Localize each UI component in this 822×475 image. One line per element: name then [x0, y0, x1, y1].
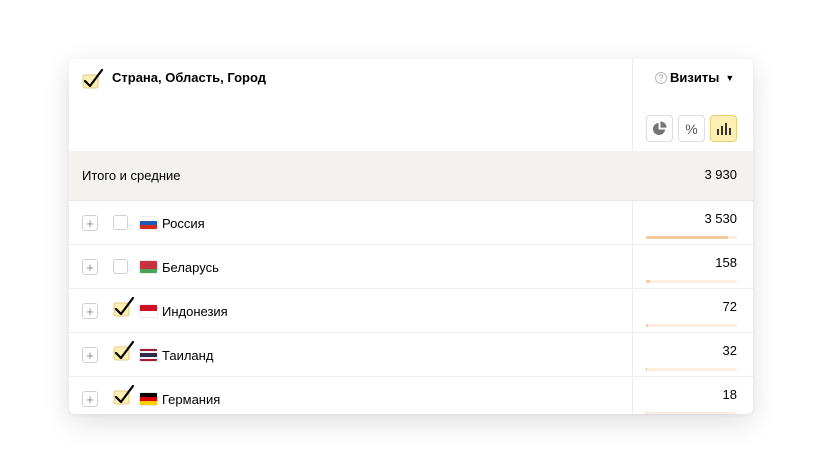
metric-label[interactable]: Визиты	[670, 70, 719, 85]
totals-label: Итого и средние	[82, 168, 181, 183]
select-all-checkbox[interactable]	[82, 68, 104, 94]
table-row[interactable]: + Беларусь 158	[69, 245, 753, 289]
table-row[interactable]: + Таиланд 32	[69, 333, 753, 377]
help-icon[interactable]: ?	[655, 71, 667, 84]
pie-chart-view-button[interactable]	[646, 115, 673, 142]
expand-icon[interactable]: +	[82, 215, 98, 231]
flag-icon	[140, 261, 157, 273]
row-label[interactable]: Таиланд	[162, 348, 213, 363]
row-checkbox-checked[interactable]	[113, 384, 135, 410]
row-checkbox-checked[interactable]	[113, 296, 135, 322]
share-bar-fill	[646, 368, 648, 371]
share-bar-fill	[646, 324, 648, 327]
row-value: 32	[722, 343, 737, 358]
metric-header[interactable]: ? Визиты ▼	[655, 70, 734, 85]
row-value: 18	[722, 387, 737, 402]
share-bar	[646, 368, 737, 371]
table-row[interactable]: + Индонезия 72	[69, 289, 753, 333]
row-checkbox[interactable]	[113, 259, 128, 274]
totals-value: 3 930	[704, 167, 737, 182]
totals-row: Итого и средние 3 930	[69, 151, 753, 201]
share-bar-fill	[646, 280, 650, 283]
row-value: 72	[722, 299, 737, 314]
percent-icon: %	[685, 120, 698, 137]
share-bar	[646, 412, 737, 414]
report-table: Страна, Область, Город ? Визиты ▼ % Итог…	[69, 59, 753, 414]
flag-icon	[140, 217, 157, 229]
flag-icon	[140, 305, 157, 317]
row-value: 3 530	[704, 211, 737, 226]
expand-icon[interactable]: +	[82, 391, 98, 407]
flag-icon	[140, 393, 157, 405]
bar-chart-icon	[716, 122, 731, 135]
sort-desc-icon[interactable]: ▼	[725, 73, 734, 83]
share-bar	[646, 236, 737, 239]
bar-chart-view-button[interactable]	[710, 115, 737, 142]
table-header: Страна, Область, Город ? Визиты ▼ %	[69, 59, 753, 151]
row-label[interactable]: Германия	[162, 392, 220, 407]
row-checkbox[interactable]	[113, 215, 128, 230]
row-label[interactable]: Беларусь	[162, 260, 219, 275]
table-row[interactable]: + Россия 3 530	[69, 201, 753, 245]
expand-icon[interactable]: +	[82, 303, 98, 319]
percent-view-button[interactable]: %	[678, 115, 705, 142]
row-checkbox-checked[interactable]	[113, 340, 135, 366]
share-bar-fill	[646, 412, 648, 414]
share-bar-fill	[646, 236, 728, 239]
pie-chart-icon	[652, 121, 667, 136]
share-bar	[646, 280, 737, 283]
expand-icon[interactable]: +	[82, 259, 98, 275]
expand-icon[interactable]: +	[82, 347, 98, 363]
row-value: 158	[715, 255, 737, 270]
share-bar	[646, 324, 737, 327]
row-label[interactable]: Индонезия	[162, 304, 228, 319]
dimension-header[interactable]: Страна, Область, Город	[112, 70, 266, 85]
flag-icon	[140, 349, 157, 361]
row-label[interactable]: Россия	[162, 216, 205, 231]
table-row[interactable]: + Германия 18	[69, 377, 753, 414]
